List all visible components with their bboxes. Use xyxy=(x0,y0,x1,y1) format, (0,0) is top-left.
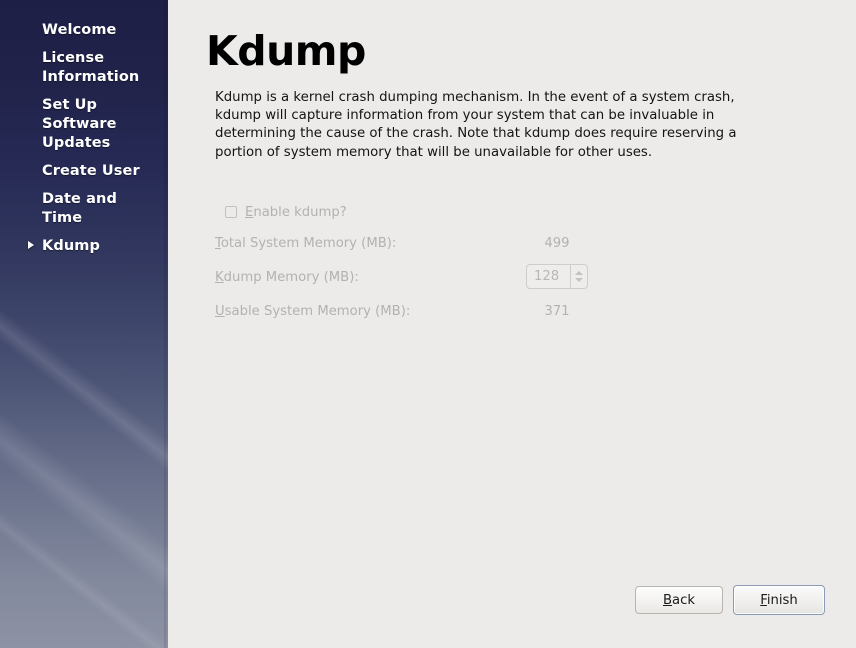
sidebar-item-label: Kdump xyxy=(42,238,100,254)
page-title: Kdump xyxy=(206,27,366,75)
enable-kdump-row[interactable]: Enable kdump? xyxy=(215,198,635,226)
sidebar-item-kdump[interactable]: Kdump xyxy=(0,237,168,256)
caret-down-icon[interactable] xyxy=(575,278,583,282)
sidebar-item-welcome[interactable]: Welcome xyxy=(0,21,168,40)
total-system-memory-row: Total System Memory (MB): 499 xyxy=(215,226,635,260)
sidebar-light-streak xyxy=(0,304,168,626)
sidebar-item-license-information[interactable]: License Information xyxy=(0,49,168,87)
sidebar-item-label: Date and Time xyxy=(42,191,117,226)
caret-up-icon[interactable] xyxy=(575,271,583,275)
usable-system-memory-label: Usable System Memory (MB): xyxy=(215,304,545,319)
kdump-memory-stepper[interactable]: 128 xyxy=(526,264,588,289)
enable-kdump-label-text: nable kdump? xyxy=(253,204,347,220)
back-button-label-text: ack xyxy=(672,592,696,608)
sidebar-item-label: License Information xyxy=(42,50,140,85)
checkbox-unchecked-icon[interactable] xyxy=(225,206,237,218)
kdump-memory-label: Kdump Memory (MB): xyxy=(215,270,545,285)
sidebar-item-date-and-time[interactable]: Date and Time xyxy=(0,190,168,228)
kdump-memory-stepper-buttons[interactable] xyxy=(570,265,587,288)
enable-kdump-label: Enable kdump? xyxy=(245,205,347,220)
wizard-sidebar: Welcome License Information Set Up Softw… xyxy=(0,0,168,648)
sidebar-item-label: Set Up Software Updates xyxy=(42,97,117,151)
caret-right-icon xyxy=(28,241,34,249)
mnemonic-letter: U xyxy=(215,303,225,319)
sidebar-item-label: Welcome xyxy=(42,22,117,38)
kdump-memory-label-text: dump Memory (MB): xyxy=(223,269,359,285)
sidebar-light-streak xyxy=(0,421,168,648)
back-button-label: Back xyxy=(663,593,695,608)
total-system-memory-value: 499 xyxy=(544,235,570,251)
back-button[interactable]: Back xyxy=(635,586,723,614)
kdump-setup-window: Welcome License Information Set Up Softw… xyxy=(0,0,856,648)
total-system-memory-label-text: otal System Memory (MB): xyxy=(220,235,397,251)
content-pane: Kdump Kdump is a kernel crash dumping me… xyxy=(168,0,856,648)
usable-system-memory-label-text: sable System Memory (MB): xyxy=(224,303,411,319)
wizard-step-list: Welcome License Information Set Up Softw… xyxy=(0,0,168,256)
kdump-memory-row: Kdump Memory (MB): 128 xyxy=(215,260,635,294)
mnemonic-letter: B xyxy=(662,592,673,608)
wizard-footer: Back Finish xyxy=(635,585,825,615)
kdump-memory-input[interactable]: 128 xyxy=(527,265,570,288)
sidebar-item-create-user[interactable]: Create User xyxy=(0,162,168,181)
finish-button-label-text: inish xyxy=(766,592,798,608)
sidebar-item-set-up-software-updates[interactable]: Set Up Software Updates xyxy=(0,96,168,153)
mnemonic-letter: K xyxy=(215,269,224,285)
page-description: Kdump is a kernel crash dumping mechanis… xyxy=(215,90,737,160)
total-system-memory-label: Total System Memory (MB): xyxy=(215,236,545,251)
mnemonic-letter: F xyxy=(760,592,767,608)
sidebar-item-label: Create User xyxy=(42,163,140,179)
usable-system-memory-value: 371 xyxy=(544,303,570,319)
kdump-form: Enable kdump? Total System Memory (MB): … xyxy=(215,198,635,328)
finish-button[interactable]: Finish xyxy=(733,585,825,615)
usable-system-memory-row: Usable System Memory (MB): 371 xyxy=(215,294,635,328)
finish-button-label: Finish xyxy=(760,593,798,608)
